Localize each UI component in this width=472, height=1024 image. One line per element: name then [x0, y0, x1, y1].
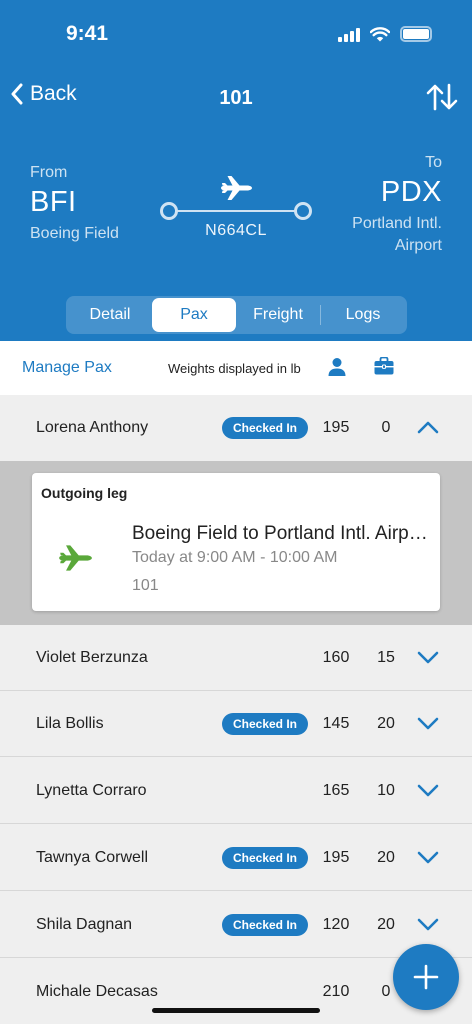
leg-time: Today at 9:00 AM - 10:00 AM: [132, 549, 338, 566]
chevron-down-icon[interactable]: [416, 780, 440, 800]
bag-weight: 0: [381, 419, 391, 436]
route-connector: [170, 210, 302, 212]
bag-weight: 20: [377, 849, 395, 866]
chevron-down-icon[interactable]: [416, 647, 440, 667]
page-title: 101: [219, 87, 253, 109]
chevron-up-icon[interactable]: [416, 417, 440, 437]
cellular-signal-icon: [338, 26, 360, 42]
destination-code: PDX: [380, 176, 442, 208]
passenger-name: Tawnya Corwell: [36, 849, 149, 866]
destination-name-line1: Portland Intl.: [352, 215, 442, 232]
chevron-down-icon[interactable]: [416, 914, 440, 934]
passenger-row[interactable]: Lila Bollis Checked In 145 20: [0, 691, 472, 757]
status-badge: Checked In: [222, 713, 308, 735]
passenger-weight: 120: [322, 916, 350, 933]
passenger-name: Violet Berzunza: [36, 649, 148, 666]
destination-dot: [294, 202, 312, 220]
person-icon: [328, 358, 346, 376]
origin-code: BFI: [30, 186, 77, 218]
leg-card-title: Outgoing leg: [41, 485, 128, 501]
passenger-weight: 195: [322, 849, 350, 866]
bag-weight: 20: [377, 916, 395, 933]
sort-arrows-icon: [426, 83, 458, 111]
tab-pax[interactable]: Pax: [152, 298, 236, 332]
bag-weight: 15: [377, 649, 395, 666]
tab-logs[interactable]: Logs: [321, 298, 405, 332]
passenger-row[interactable]: Violet Berzunza 160 15: [0, 625, 472, 691]
briefcase-icon: [374, 357, 394, 375]
wifi-icon: [370, 26, 390, 41]
nav-bar: Back 101: [0, 78, 472, 118]
airplane-icon: [59, 545, 92, 571]
add-passenger-button[interactable]: [393, 944, 459, 1010]
bag-weight: 10: [377, 782, 395, 799]
tail-number: N664CL: [205, 222, 267, 239]
plus-icon: [413, 964, 439, 990]
airplane-icon: [221, 176, 252, 200]
status-icons: [338, 26, 432, 42]
status-badge: Checked In: [222, 914, 308, 936]
passenger-weight: 210: [322, 983, 350, 1000]
passenger-weight: 145: [322, 715, 350, 732]
status-bar: 9:41: [0, 0, 472, 70]
from-label: From: [30, 164, 68, 181]
passenger-name: Michale Decasas: [36, 983, 158, 1000]
tab-detail[interactable]: Detail: [68, 298, 152, 332]
status-badge: Checked In: [222, 417, 308, 439]
manage-pax-link[interactable]: Manage Pax: [22, 359, 112, 377]
segment-tabs: Detail Pax Freight Logs: [66, 296, 407, 334]
passenger-weight: 160: [322, 649, 350, 666]
chevron-down-icon[interactable]: [416, 713, 440, 733]
flight-header: 9:41 Back 101 From BFI Boeing Field N664…: [0, 0, 472, 341]
destination-name: Portland Intl. Airport: [352, 213, 442, 257]
passenger-row[interactable]: Lynetta Corraro 165 10: [0, 758, 472, 824]
origin-name: Boeing Field: [30, 225, 119, 242]
status-time: 9:41: [66, 22, 109, 45]
leg-card[interactable]: Outgoing leg Boeing Field to Portland In…: [32, 473, 440, 611]
passenger-weight: 195: [322, 419, 350, 436]
leg-route: Boeing Field to Portland Intl. Airport: [132, 523, 428, 544]
weights-note: Weights displayed in lb: [168, 361, 301, 376]
passenger-weight: 165: [322, 782, 350, 799]
passenger-details-panel: Outgoing leg Boeing Field to Portland In…: [0, 461, 472, 625]
route-summary: From BFI Boeing Field N664CL To PDX Port…: [0, 150, 472, 270]
chevron-down-icon[interactable]: [416, 847, 440, 867]
origin: From BFI Boeing Field: [30, 164, 119, 245]
passenger-row[interactable]: Tawnya Corwell Checked In 195 20: [0, 825, 472, 891]
to-label: To: [425, 154, 442, 171]
passenger-name: Lorena Anthony: [36, 419, 149, 436]
status-badge: Checked In: [222, 847, 308, 869]
destination-name-line2: Airport: [394, 237, 442, 254]
passenger-name: Lynetta Corraro: [36, 782, 147, 799]
origin-dot: [160, 202, 178, 220]
passenger-row[interactable]: Lorena Anthony Checked In 195 0: [0, 395, 472, 461]
leg-flight-number: 101: [132, 577, 159, 594]
tab-freight[interactable]: Freight: [236, 298, 320, 332]
passenger-name: Shila Dagnan: [36, 916, 133, 933]
bag-weight: 20: [377, 715, 395, 732]
battery-icon: [400, 26, 432, 42]
sort-button[interactable]: [426, 82, 458, 117]
home-indicator: [152, 1008, 320, 1013]
route-line: N664CL: [160, 174, 312, 254]
pax-toolbar: Manage Pax Weights displayed in lb: [0, 341, 472, 395]
passenger-name: Lila Bollis: [36, 715, 104, 732]
destination: To PDX Portland Intl. Airport: [352, 154, 442, 257]
